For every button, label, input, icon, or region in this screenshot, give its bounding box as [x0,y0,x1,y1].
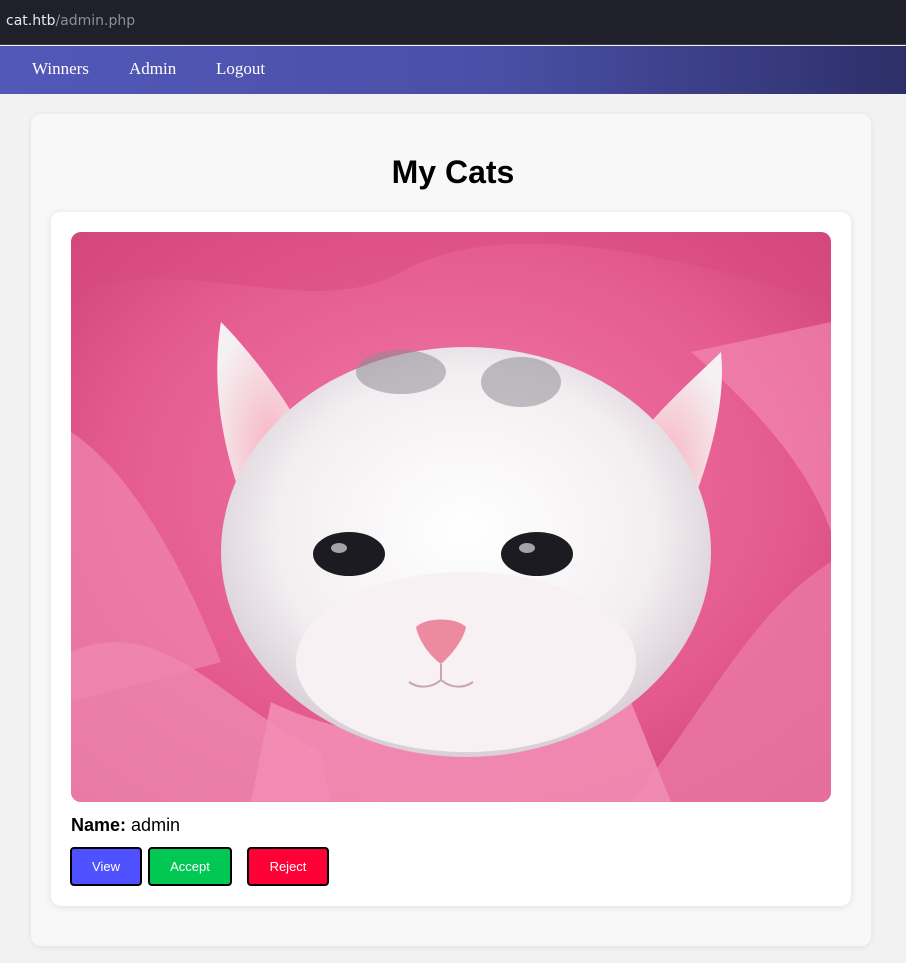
page-title: My Cats [391,154,515,190]
cat-name-line: Name: admin [71,815,180,836]
name-value: admin [131,815,181,835]
reject-button[interactable]: Reject [247,847,329,886]
url-path: /admin.php [55,13,136,29]
browser-address-bar[interactable]: cat.htb/admin.php [0,0,906,45]
url-text[interactable]: cat.htb/admin.php [6,13,135,29]
nav-link-winners[interactable]: Winners [32,59,89,79]
accept-button[interactable]: Accept [148,847,232,886]
name-label: Name: [71,815,127,835]
view-button[interactable]: View [70,847,142,886]
kitten-photo-icon [71,232,831,802]
nav-link-logout[interactable]: Logout [216,59,265,79]
nav-link-admin[interactable]: Admin [129,59,176,79]
url-host: cat.htb [6,13,56,29]
top-navbar: Winners Admin Logout [0,46,906,94]
